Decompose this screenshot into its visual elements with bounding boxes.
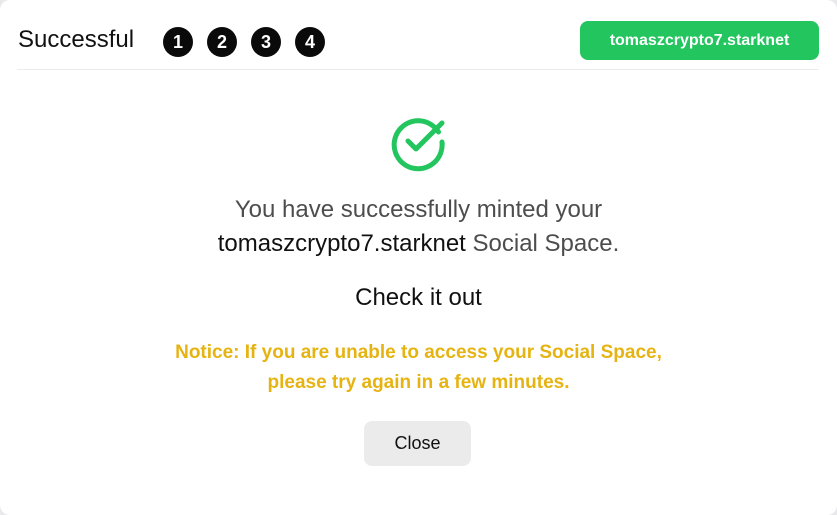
step-1-badge: 1 bbox=[163, 27, 193, 57]
modal-title: Successful bbox=[18, 26, 135, 53]
success-message: You have successfully minted your tomasz… bbox=[0, 193, 837, 261]
message-suffix: Social Space. bbox=[465, 230, 620, 257]
success-message-line1: You have successfully minted your bbox=[234, 196, 603, 223]
step-indicator: 1 2 3 4 bbox=[163, 27, 325, 57]
step-3-badge: 3 bbox=[251, 27, 281, 57]
success-message-line2: tomaszcrypto7.starknet Social Space. bbox=[0, 227, 837, 261]
modal-header: Successful 1 2 3 4 tomaszcrypto7.starkne… bbox=[17, 21, 819, 70]
check-it-out-text: Check it out bbox=[355, 284, 482, 311]
step-2-badge: 2 bbox=[207, 27, 237, 57]
notice-line2: please try again in a few minutes. bbox=[267, 372, 570, 393]
close-button[interactable]: Close bbox=[364, 421, 471, 466]
account-button[interactable]: tomaszcrypto7.starknet bbox=[580, 21, 819, 60]
notice-text: Notice: If you are unable to access your… bbox=[0, 338, 837, 398]
step-4-badge: 4 bbox=[295, 27, 325, 57]
notice-line1: Notice: If you are unable to access your… bbox=[175, 342, 662, 363]
check-circle-icon bbox=[391, 118, 445, 172]
domain-name: tomaszcrypto7.starknet bbox=[217, 230, 466, 257]
success-modal: Successful 1 2 3 4 tomaszcrypto7.starkne… bbox=[0, 0, 837, 515]
